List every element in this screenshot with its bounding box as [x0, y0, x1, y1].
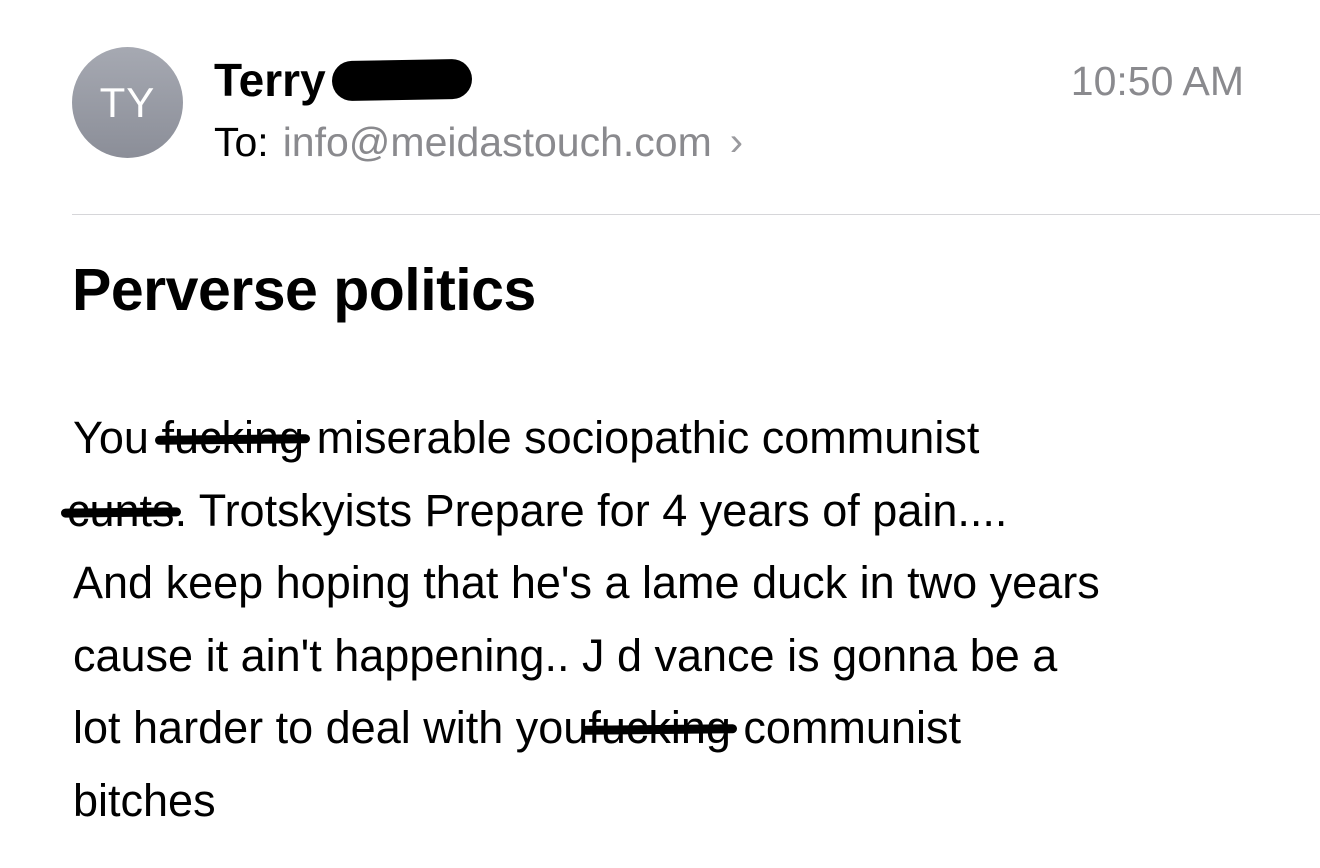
sender-name[interactable]: Terry	[214, 52, 326, 108]
email-header: TY Terry 10:50 AM To: info@meidastouch.c…	[0, 0, 1320, 215]
body-text: miserable sociopathic communist	[316, 412, 980, 463]
body-line: You fucking miserable sociopathic commun…	[73, 402, 1303, 475]
body-line: cause it ain't happening.. J d vance is …	[73, 629, 1058, 681]
avatar-initials: TY	[99, 78, 156, 126]
body-line: And keep hoping that he's a lame duck in…	[73, 557, 1100, 608]
to-label: To:	[214, 119, 269, 165]
redacted-word: cunts	[67, 475, 175, 548]
redacted-word: fucking	[161, 402, 304, 475]
email-timestamp: 10:50 AM	[1070, 58, 1244, 104]
sender-row[interactable]: Terry	[214, 52, 472, 108]
email-subject: Perverse politics	[72, 257, 536, 323]
body-line: lot harder to deal with youfucking commu…	[73, 692, 1303, 765]
body-text: . Trotskyists Prepare for 4 years of pai…	[174, 484, 1008, 536]
body-line: cunts. Trotskyists Prepare for 4 years o…	[67, 475, 1303, 548]
surname-redaction-mark	[331, 58, 472, 102]
body-text: lot harder to deal with you	[73, 702, 589, 753]
body-line: bitches	[73, 774, 216, 826]
recipients-row[interactable]: To: info@meidastouch.com ›	[214, 118, 743, 166]
redacted-word: fucking	[588, 692, 731, 765]
email-body: You fucking miserable sociopathic commun…	[67, 402, 1303, 837]
header-divider	[72, 214, 1320, 215]
chevron-right-icon[interactable]: ›	[730, 118, 743, 166]
body-text: You	[73, 412, 149, 463]
sender-avatar[interactable]: TY	[72, 47, 183, 158]
recipient-address[interactable]: info@meidastouch.com	[283, 118, 712, 166]
body-text: communist	[743, 702, 961, 753]
